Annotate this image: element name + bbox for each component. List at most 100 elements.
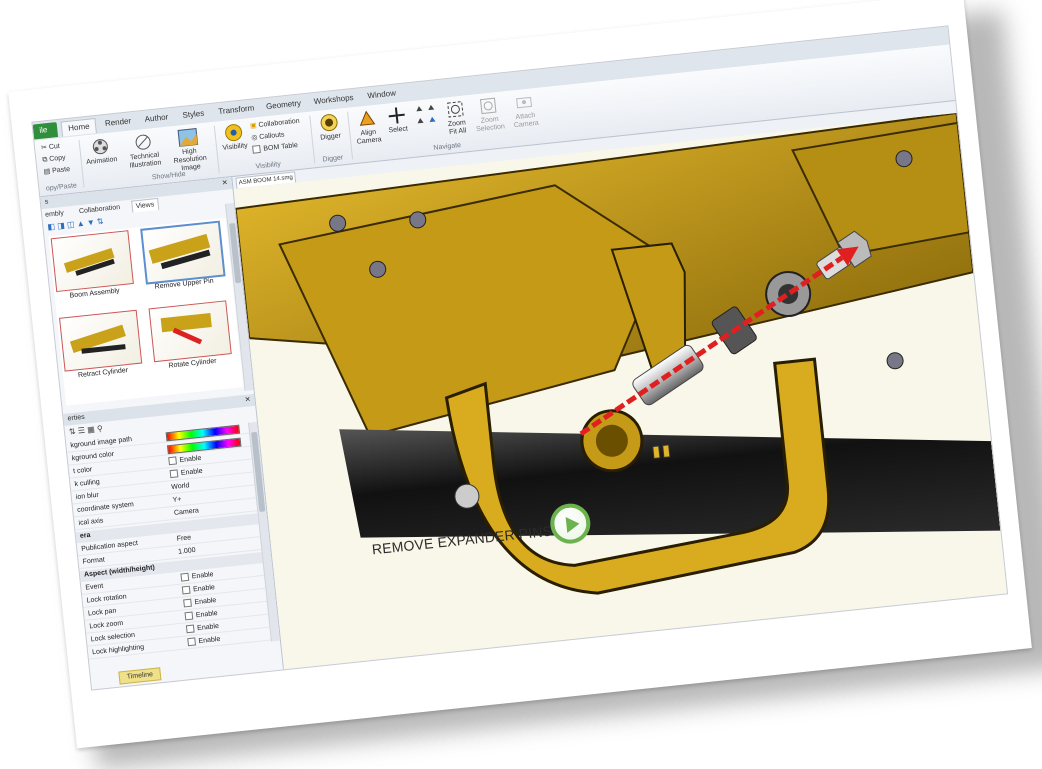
property-value[interactable]: Free bbox=[176, 533, 191, 544]
property-value[interactable]: Enable bbox=[168, 454, 202, 467]
app-window: ile Home Render Author Styles Transform … bbox=[31, 25, 1009, 691]
property-name: Lock zoom bbox=[89, 619, 124, 631]
property-name: Format bbox=[82, 556, 106, 566]
view-move-down-icon[interactable]: ▼ bbox=[86, 218, 95, 228]
checkbox-icon[interactable] bbox=[168, 456, 178, 466]
link-icon[interactable]: ⚲ bbox=[97, 424, 104, 434]
checkbox-icon[interactable] bbox=[183, 598, 192, 608]
navigation-arrows-icon bbox=[416, 104, 436, 124]
property-value[interactable]: 1.000 bbox=[178, 546, 196, 558]
tab-assembly[interactable]: embly bbox=[42, 208, 68, 222]
view-thumbnail[interactable] bbox=[50, 230, 134, 293]
panel-close-icon[interactable]: ✕ bbox=[221, 178, 229, 191]
view-move-up-icon[interactable]: ▲ bbox=[76, 219, 85, 229]
digger-group-label: Digger bbox=[322, 154, 344, 164]
attach-camera-label: Camera bbox=[513, 119, 540, 130]
property-name: t color bbox=[72, 466, 93, 476]
zoom-selection-icon bbox=[479, 97, 497, 115]
checkbox-icon[interactable] bbox=[169, 469, 179, 479]
zoom-fit-all-button[interactable]: Zoom Fit All bbox=[441, 99, 473, 138]
property-value[interactable]: Enable bbox=[183, 596, 217, 609]
property-value[interactable]: Y+ bbox=[172, 495, 182, 506]
copy-label: Copy bbox=[49, 154, 66, 164]
image-icon bbox=[177, 127, 199, 147]
bom-table-label: BOM Table bbox=[263, 142, 299, 153]
view-thumbnail[interactable] bbox=[59, 309, 143, 372]
digger-label: Digger bbox=[319, 132, 342, 142]
navigate-tools[interactable] bbox=[411, 102, 442, 135]
property-value[interactable]: World bbox=[171, 481, 190, 493]
property-name: ical axis bbox=[78, 517, 104, 527]
property-name: k culling bbox=[74, 478, 101, 489]
checkbox-icon[interactable] bbox=[180, 572, 190, 582]
property-value[interactable]: Enable bbox=[184, 609, 218, 622]
property-value[interactable]: Enable bbox=[180, 570, 214, 583]
property-value[interactable]: Enable bbox=[185, 622, 220, 635]
property-value-text: Free bbox=[176, 534, 192, 543]
tab-collaboration[interactable]: Collaboration bbox=[75, 202, 123, 218]
attach-camera-button[interactable]: Attach Camera bbox=[506, 91, 544, 130]
crosshair-icon bbox=[388, 107, 405, 124]
view-update-icon[interactable]: ◫ bbox=[66, 220, 74, 230]
boom-assembly-preview-icon bbox=[63, 247, 115, 276]
panel-close-icon[interactable]: ✕ bbox=[244, 394, 251, 407]
view-thumbnail-selected[interactable] bbox=[140, 220, 226, 285]
tab-views[interactable]: Views bbox=[131, 197, 159, 213]
property-value[interactable]: Enable bbox=[181, 583, 216, 596]
visibility-button[interactable]: Visibility bbox=[218, 122, 251, 153]
photo-card: ile Home Render Author Styles Transform … bbox=[8, 0, 1032, 749]
property-value-text: Enable bbox=[180, 467, 204, 477]
checkbox-icon[interactable] bbox=[184, 611, 194, 621]
highres-label: High Resolution bbox=[173, 147, 208, 166]
cut-button[interactable]: ✂ Cut bbox=[41, 142, 61, 154]
visibility-label: Visibility bbox=[222, 142, 249, 152]
camera-label: Camera bbox=[356, 136, 382, 146]
remove-upper-pin-preview-icon bbox=[148, 233, 211, 270]
select-button[interactable]: Select bbox=[383, 105, 412, 136]
views-panel-title: s bbox=[44, 198, 49, 206]
properties-panel-title: erties bbox=[67, 413, 86, 423]
select-label: Select bbox=[388, 125, 409, 135]
view-thumbnail[interactable] bbox=[148, 300, 232, 363]
properties-grid: kground image path kground color t color En… bbox=[66, 422, 272, 661]
collaboration-toggle[interactable]: ▣ Collaboration bbox=[250, 117, 301, 132]
property-value[interactable]: Enable bbox=[169, 467, 204, 480]
categorize-icon[interactable]: ☰ bbox=[77, 426, 85, 436]
checkbox-icon[interactable] bbox=[187, 637, 197, 647]
visibility-group-label: Visibility bbox=[255, 160, 282, 171]
3d-viewport[interactable]: REMOVE EXPANDER PINS bbox=[233, 112, 1008, 670]
view-sort-icon[interactable]: ⇅ bbox=[96, 217, 104, 227]
copy-button[interactable]: ⧉ Copy bbox=[42, 153, 66, 165]
zoom-selection-button[interactable]: Zoom Selection bbox=[470, 95, 508, 134]
animation-button[interactable]: Animation bbox=[83, 136, 120, 167]
tab-timeline[interactable]: Timeline bbox=[118, 667, 162, 685]
property-value-text: Y+ bbox=[172, 496, 182, 504]
property-value-text: Enable bbox=[196, 622, 220, 633]
checkbox-icon[interactable] bbox=[181, 585, 191, 595]
view-delete-icon[interactable]: ◨ bbox=[57, 221, 65, 231]
property-value-text: Enable bbox=[179, 454, 202, 465]
illustration-icon bbox=[135, 134, 151, 150]
property-name: Event bbox=[85, 582, 104, 592]
callouts-label: Callouts bbox=[258, 131, 285, 141]
navigate-group-label: Navigate bbox=[433, 141, 462, 152]
sort-alpha-icon[interactable]: ⇅ bbox=[69, 427, 77, 437]
property-value-text: World bbox=[171, 482, 190, 492]
digger-button[interactable]: Digger bbox=[313, 112, 346, 143]
property-value[interactable]: Enable bbox=[187, 635, 221, 648]
property-value[interactable]: Camera bbox=[174, 506, 200, 519]
property-pages-icon[interactable]: ▦ bbox=[87, 425, 95, 435]
align-camera-button[interactable]: Align Camera bbox=[351, 108, 385, 147]
view-add-icon[interactable]: ◧ bbox=[47, 222, 55, 232]
bom-table-toggle[interactable]: BOM Table bbox=[252, 141, 298, 156]
technical-illustration-button[interactable]: Technical Illustration bbox=[122, 131, 166, 171]
high-resolution-image-button[interactable]: High Resolution Image bbox=[164, 126, 214, 175]
checkbox-icon[interactable] bbox=[185, 624, 195, 634]
paste-label: Paste bbox=[51, 165, 71, 175]
tab-file[interactable]: ile bbox=[32, 122, 59, 140]
paste-button[interactable]: ▤ Paste bbox=[43, 165, 70, 178]
properties-toolbar: ⇅ ☰ ▦ ⚲ bbox=[69, 424, 104, 437]
play-icon bbox=[565, 517, 580, 533]
checkbox-icon bbox=[252, 145, 261, 154]
property-value-text: Enable bbox=[195, 609, 218, 620]
